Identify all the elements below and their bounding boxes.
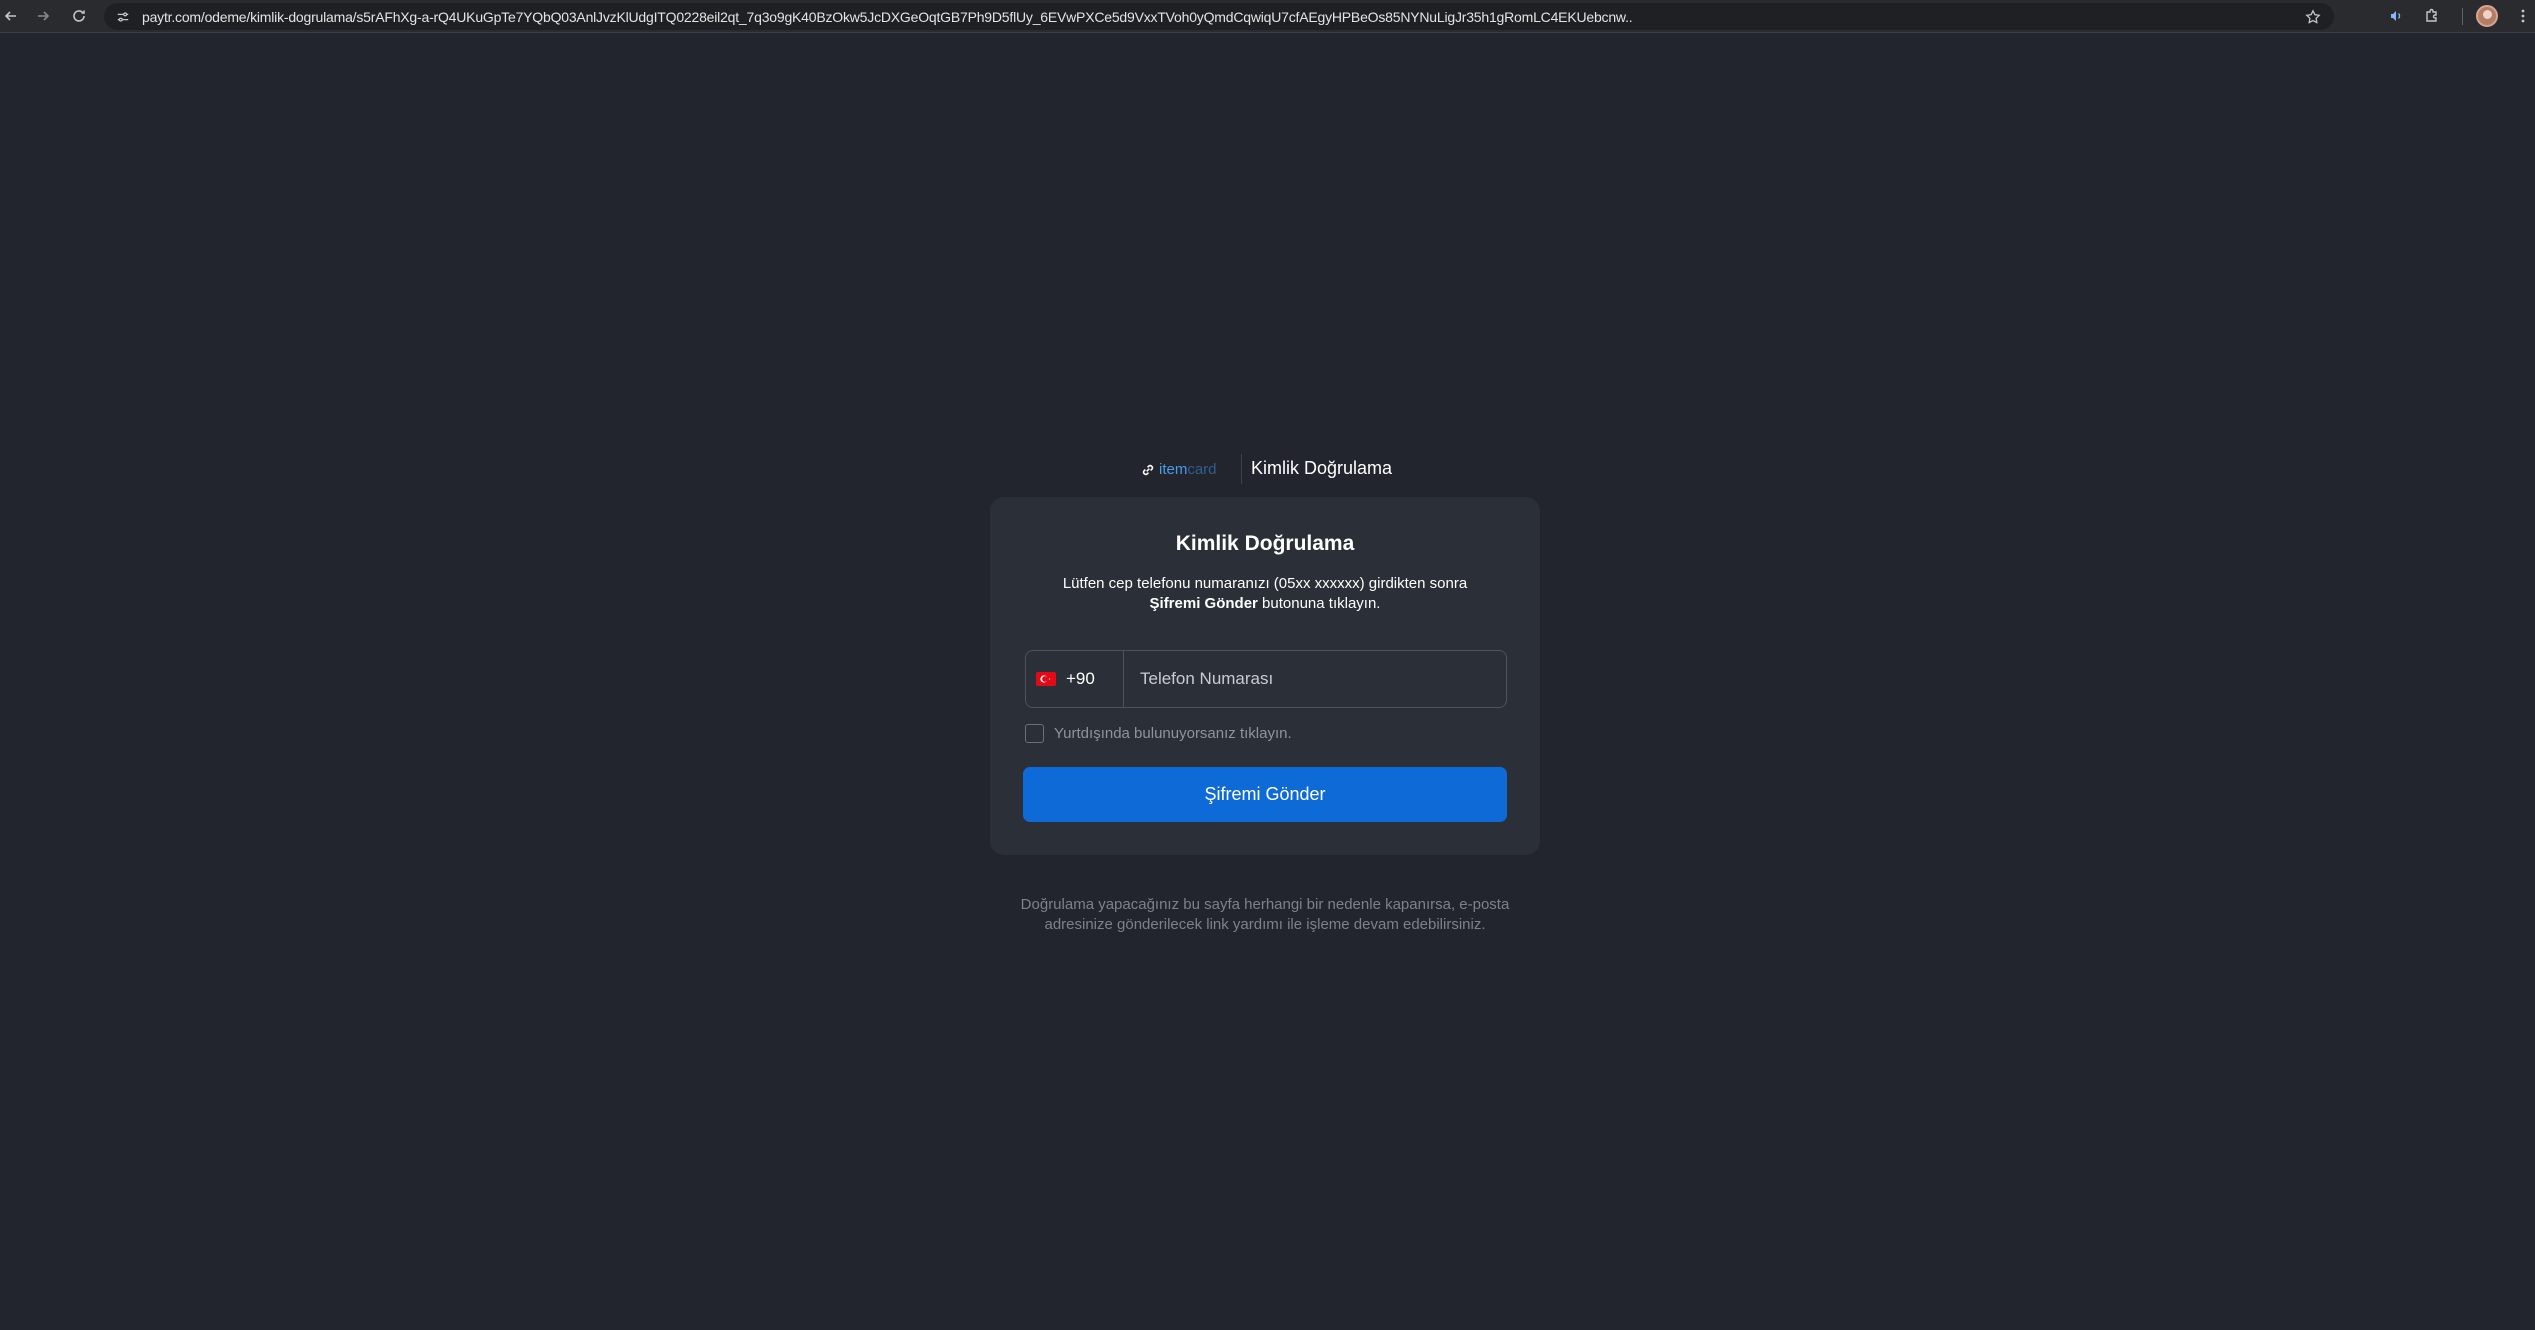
brand-logo: item card (1141, 461, 1217, 478)
url-text[interactable]: paytr.com/odeme/kimlik-dogrulama/s5rAFhX… (142, 9, 1722, 25)
abroad-option[interactable]: Yurtdışında bulunuyorsanız tıklayın. (1025, 724, 1292, 743)
footer-note-line1: Doğrulama yapacağınız bu sayfa herhangi … (1020, 896, 1510, 913)
phone-number-input[interactable] (1124, 651, 1506, 707)
refresh-icon[interactable] (68, 5, 90, 27)
link-icon (1142, 464, 1154, 475)
turkey-flag-icon (1036, 672, 1056, 686)
brand-divider (1241, 454, 1242, 484)
read-aloud-icon[interactable] (2385, 5, 2407, 27)
dial-code: +90 (1066, 669, 1095, 688)
header-title: Kimlik Doğrulama (1251, 458, 1393, 478)
profile-avatar[interactable] (2476, 5, 2498, 27)
forward-icon[interactable] (32, 5, 54, 27)
toolbar-divider (2462, 8, 2463, 25)
send-password-button[interactable]: Şifremi Gönder (1023, 767, 1507, 822)
brand-header: item card Kimlik Doğrulama (0, 454, 2535, 484)
address-bar[interactable]: paytr.com/odeme/kimlik-dogrulama/s5rAFhX… (104, 3, 2334, 30)
star-icon[interactable] (2302, 6, 2324, 28)
brand-logo-faded-text: card (1187, 461, 1217, 478)
desc-bold: Şifremi Gönder (1149, 595, 1258, 612)
extensions-icon[interactable] (2421, 5, 2443, 27)
abroad-checkbox[interactable] (1025, 724, 1044, 743)
verification-card: Kimlik Doğrulama Lütfen cep telefonu num… (990, 497, 1540, 855)
desc-line1: Lütfen cep telefonu numaranızı (05xx xxx… (1062, 575, 1468, 592)
back-icon[interactable] (0, 5, 22, 27)
site-settings-icon[interactable] (114, 8, 132, 26)
desc-line2: butonuna tıklayın. (1257, 595, 1381, 612)
browser-toolbar: paytr.com/odeme/kimlik-dogrulama/s5rAFhX… (0, 0, 2535, 33)
card-title: Kimlik Doğrulama (1175, 532, 1355, 555)
menu-icon[interactable] (2512, 5, 2534, 27)
abroad-label[interactable]: Yurtdışında bulunuyorsanız tıklayın. (1054, 725, 1292, 742)
footer-note-line2: adresinize gönderilecek link yardımı ile… (1044, 916, 1486, 933)
brand-logo-text: item (1159, 461, 1188, 478)
phone-input-group: +90 (1025, 650, 1507, 708)
card-description: Lütfen cep telefonu numaranızı (05xx xxx… (1030, 574, 1500, 614)
country-code-selector[interactable]: +90 (1026, 651, 1124, 707)
footer-note: Doğrulama yapacağınız bu sayfa herhangi … (990, 895, 1540, 935)
